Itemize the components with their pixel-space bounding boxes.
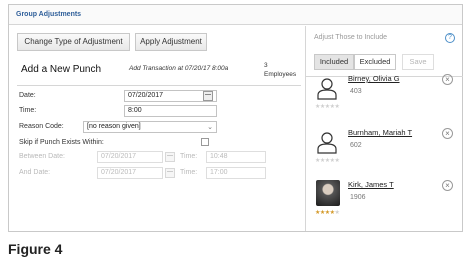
include-panel-title: Adjust Those to Include [314,34,388,41]
and-time-field[interactable]: 17:00 [206,167,266,179]
employee-id: 1906 [350,194,366,201]
reason-code-label: Reason Code: [19,123,64,130]
between-time-label: Time: [180,153,198,160]
remove-icon[interactable]: × [442,180,453,191]
include-panel: Adjust Those to Include ? Included Exclu… [305,26,463,231]
change-type-button[interactable]: Change Type of Adjustment [17,33,130,51]
apply-adjustment-button[interactable]: Apply Adjustment [135,33,207,51]
employee-name-link[interactable]: Burnham, Mariah T [348,128,412,137]
calendar-icon[interactable] [203,91,213,101]
save-button[interactable]: Save [402,54,434,70]
chevron-down-icon: ⌄ [207,124,213,131]
remove-icon[interactable]: × [442,74,453,85]
divider [17,85,301,86]
rating-stars: ★★★★★ [315,210,340,216]
between-time-field[interactable]: 10:48 [206,151,266,163]
skip-checkbox[interactable] [201,138,209,146]
employee-count: 3 Employees [264,61,296,79]
employee-id: 403 [350,88,362,95]
person-outline-icon [317,132,337,154]
employee-count-label: Employees [264,71,297,78]
reason-code-select[interactable]: [no reason given] ⌄ [83,121,217,133]
time-label: Time: [19,107,37,114]
and-date-label: And Date: [19,169,51,176]
help-icon[interactable]: ? [445,33,455,43]
remove-icon[interactable]: × [442,128,453,139]
employee-item: ★★★★★ Kirk, James T 1906 × [306,178,463,230]
employee-count-number: 3 [264,62,268,69]
employee-photo [316,180,340,206]
employee-id: 602 [350,142,362,149]
calendar-icon[interactable] [165,168,175,178]
rating-stars: ★★★★★ [315,158,340,164]
and-time-label: Time: [180,169,198,176]
person-outline-icon [317,78,337,100]
skip-label: Skip if Punch Exists Within: [19,139,104,146]
form-heading: Add a New Punch [21,64,102,75]
tab-included[interactable]: Included [314,54,354,70]
employee-item: ★★★★★ Birney, Olivia G 403 × [306,72,463,124]
reason-code-value: [no reason given] [87,123,141,130]
panel-header: Group Adjustments [9,5,462,25]
between-date-field[interactable]: 07/20/2017 [97,151,163,163]
tab-excluded[interactable]: Excluded [354,54,396,70]
group-adjustments-panel: Group Adjustments Change Type of Adjustm… [8,4,463,232]
employee-item: ★★★★★ Burnham, Mariah T 602 × [306,126,463,178]
employee-name-link[interactable]: Kirk, James T [348,180,394,189]
calendar-icon[interactable] [165,152,175,162]
between-date-label: Between Date: [19,153,65,160]
and-date-field[interactable]: 07/20/2017 [97,167,163,179]
date-label: Date: [19,92,36,99]
panel-title: Group Adjustments [16,11,82,18]
employee-name-link[interactable]: Birney, Olivia G [348,74,400,83]
time-field[interactable]: 8:00 [124,105,217,117]
figure-caption: Figure 4 [8,241,63,257]
rating-stars: ★★★★★ [315,104,340,110]
form-subheading: Add Transaction at 07/20/17 8:00a [129,65,229,72]
